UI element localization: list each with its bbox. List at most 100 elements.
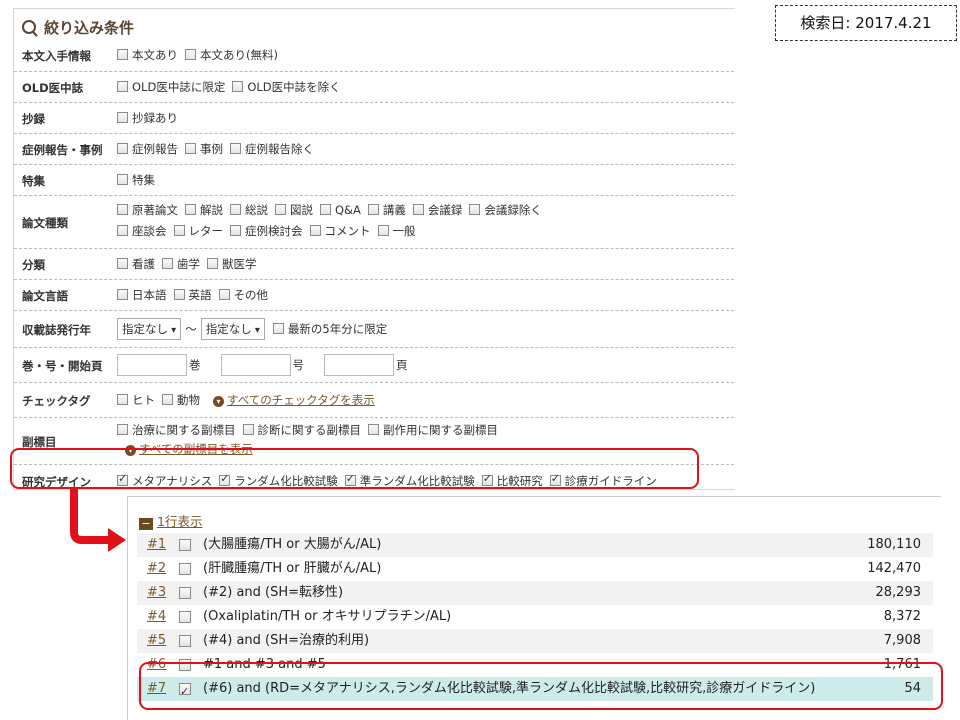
- checkbox[interactable]: [117, 424, 128, 435]
- filter-option[interactable]: 特集: [117, 173, 155, 187]
- filter-option[interactable]: 一般: [377, 224, 416, 238]
- checkbox[interactable]: [469, 204, 481, 215]
- single-line-toggle[interactable]: −1行表示: [139, 511, 202, 530]
- option-label: 講義: [382, 203, 406, 217]
- history-number-link[interactable]: #2: [147, 557, 166, 581]
- checkbox[interactable]: [117, 142, 128, 154]
- filter-row-options: 指定なし〜指定なし 最新の5年分に限定: [117, 318, 394, 340]
- show-all-text[interactable]: すべてのチェックタグを表示: [227, 393, 375, 407]
- filter-option[interactable]: 症例報告: [117, 142, 178, 156]
- checkbox[interactable]: [185, 142, 196, 154]
- history-number-link[interactable]: #5: [147, 629, 166, 653]
- issue-input[interactable]: [220, 354, 291, 376]
- filter-option[interactable]: 解説: [185, 203, 223, 217]
- history-query: (#2) and (SH=転移性): [203, 585, 344, 600]
- filter-option[interactable]: 原著論文: [117, 203, 178, 217]
- filter-option[interactable]: Q&A: [320, 203, 361, 217]
- filter-option[interactable]: 講義: [367, 203, 406, 217]
- filter-option[interactable]: 治療に関する副標目: [117, 423, 236, 437]
- checkbox[interactable]: [367, 204, 379, 215]
- checkbox[interactable]: [412, 204, 424, 215]
- checkbox[interactable]: [117, 288, 128, 300]
- filter-option[interactable]: 症例検討会: [230, 224, 303, 238]
- history-checkbox[interactable]: [179, 563, 191, 575]
- filter-option[interactable]: 副作用に関する副標目: [368, 423, 498, 437]
- filter-option[interactable]: 症例報告除く: [230, 142, 314, 156]
- filter-option[interactable]: 本文あり(無料): [185, 48, 278, 62]
- checkbox[interactable]: [275, 204, 286, 215]
- filter-row-options: OLD医中誌に限定 OLD医中誌を除く: [117, 79, 348, 95]
- checkbox[interactable]: [162, 393, 173, 405]
- checkbox[interactable]: [185, 49, 196, 60]
- filter-option[interactable]: 歯学: [162, 257, 200, 271]
- checkbox[interactable]: [117, 173, 128, 185]
- filter-title-text: 絞り込み条件: [44, 19, 135, 37]
- filter-option[interactable]: 座談会: [117, 224, 167, 238]
- option-label: 一般: [392, 224, 416, 238]
- history-number-link[interactable]: #4: [147, 605, 166, 629]
- filter-option[interactable]: 本文あり: [117, 48, 178, 62]
- checkbox[interactable]: [173, 288, 185, 300]
- checkbox[interactable]: [232, 80, 244, 92]
- filter-option[interactable]: 総説: [230, 203, 268, 217]
- history-checkbox[interactable]: [179, 611, 191, 623]
- checkbox[interactable]: [377, 225, 389, 236]
- option-label: レター: [188, 224, 224, 238]
- checkbox[interactable]: [242, 424, 254, 435]
- filter-option[interactable]: 最新の5年分に限定: [272, 322, 387, 336]
- checkbox[interactable]: [117, 393, 128, 405]
- option-label: 原著論文: [132, 203, 178, 217]
- filter-option[interactable]: OLD医中誌を除く: [232, 80, 341, 94]
- history-checkbox[interactable]: [179, 539, 191, 551]
- filter-option[interactable]: 抄録あり: [117, 111, 178, 125]
- filter-option[interactable]: レター: [173, 224, 224, 238]
- checkbox[interactable]: [117, 49, 128, 60]
- year-to-select[interactable]: 指定なし: [200, 318, 265, 340]
- checkbox[interactable]: [162, 257, 173, 269]
- filter-row-options: 原著論文 解説 総説 図説 Q&A 講義 会議録 会議録除く座談会 レター 症例検討会 コメント 一般: [117, 202, 549, 239]
- checkbox[interactable]: [117, 204, 128, 215]
- filter-option[interactable]: 図説: [275, 203, 313, 217]
- filter-option[interactable]: 日本語: [117, 288, 167, 302]
- filter-option[interactable]: コメント: [309, 224, 371, 238]
- filter-option[interactable]: 動物: [162, 393, 200, 407]
- checkbox[interactable]: [320, 204, 331, 215]
- filter-option[interactable]: 会議録: [412, 203, 462, 217]
- filter-option[interactable]: 英語: [173, 288, 212, 302]
- checkbox[interactable]: [117, 257, 128, 269]
- filter-option[interactable]: OLD医中誌に限定: [117, 80, 225, 94]
- filter-row: OLD医中誌 OLD医中誌に限定 OLD医中誌を除く: [14, 72, 734, 103]
- checkbox[interactable]: [218, 288, 230, 300]
- filter-option[interactable]: その他: [218, 288, 268, 302]
- filter-option[interactable]: 会議録除く: [469, 203, 542, 217]
- filter-row: 本文入手情報 本文あり 本文あり(無料): [14, 40, 734, 72]
- filter-option[interactable]: 事例: [185, 142, 223, 156]
- checkbox[interactable]: [230, 225, 241, 236]
- checkbox[interactable]: [230, 142, 241, 154]
- checkbox[interactable]: [117, 111, 128, 123]
- start-page-input[interactable]: [324, 354, 394, 376]
- single-line-link[interactable]: 1行表示: [157, 514, 202, 529]
- checkbox[interactable]: [117, 80, 128, 92]
- checkbox[interactable]: [309, 225, 321, 236]
- history-number-link[interactable]: #1: [147, 533, 166, 557]
- checkbox[interactable]: [185, 204, 196, 215]
- checkbox[interactable]: [117, 225, 128, 236]
- history-checkbox[interactable]: [179, 587, 191, 599]
- history-checkbox[interactable]: [179, 635, 191, 647]
- checkbox[interactable]: [173, 225, 185, 236]
- filter-option[interactable]: 獣医学: [207, 257, 257, 271]
- history-number-link[interactable]: #3: [147, 581, 166, 605]
- filter-option[interactable]: 診断に関する副標目: [242, 423, 361, 437]
- history-row: #3 (#2) and (SH=転移性) 28,293: [137, 581, 933, 605]
- volume-input[interactable]: [117, 354, 187, 376]
- checkbox[interactable]: [230, 204, 241, 215]
- option-label: 歯学: [177, 256, 200, 271]
- checkbox[interactable]: [272, 322, 284, 334]
- year-from-select[interactable]: 指定なし: [117, 318, 182, 340]
- show-all-link[interactable]: ▾ すべてのチェックタグを表示: [213, 393, 375, 407]
- checkbox[interactable]: [368, 424, 379, 435]
- checkbox[interactable]: [207, 257, 218, 269]
- filter-option[interactable]: ヒト: [117, 393, 155, 407]
- filter-option[interactable]: 看護: [117, 257, 155, 271]
